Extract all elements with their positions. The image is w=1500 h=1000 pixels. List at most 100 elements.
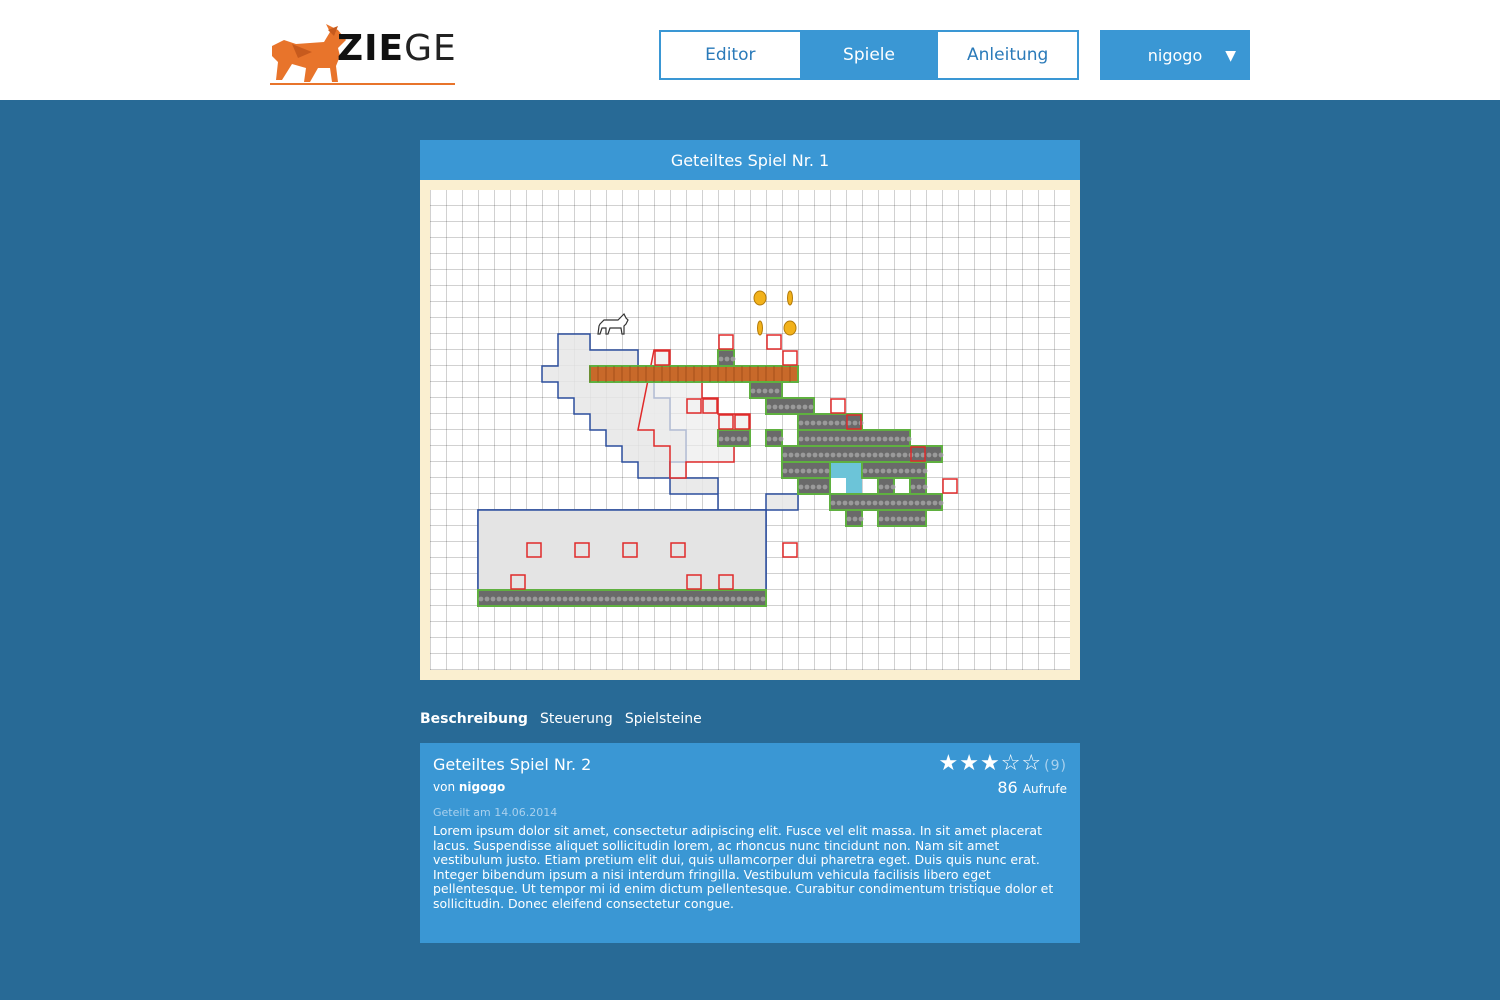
stone-pebble: [894, 436, 900, 442]
stone-pebble: [778, 404, 784, 410]
stone-pebble: [890, 452, 896, 458]
rating-block: ★★★☆☆ (9) 86 Aufrufe: [939, 751, 1067, 797]
stone-pebble: [938, 452, 944, 458]
game-description: Lorem ipsum dolor sit amet, consectetur …: [433, 823, 1054, 911]
star-icons[interactable]: ★★★☆☆: [939, 751, 1043, 776]
stone-pebble: [854, 452, 860, 458]
stone-pebble: [788, 468, 794, 474]
stone-pebble: [688, 596, 694, 602]
info-tabs: Beschreibung Steuerung Spielsteine: [420, 711, 702, 727]
stone-pebble: [484, 596, 490, 602]
stone-pebble: [806, 452, 812, 458]
stone-pebble: [778, 436, 784, 442]
stone-pebble: [538, 596, 544, 602]
stone-pebble: [798, 436, 804, 442]
stone-pebble: [556, 596, 562, 602]
stone-pebble: [866, 452, 872, 458]
water-tile: [846, 478, 862, 494]
stone-pebble: [664, 596, 670, 602]
stone-pebble: [914, 452, 920, 458]
stone-pebble: [890, 516, 896, 522]
stone-pebble: [906, 436, 912, 442]
stone-pebble: [808, 404, 814, 410]
stone-pebble: [586, 596, 592, 602]
stone-pebble: [878, 500, 884, 506]
red-marker: [782, 350, 798, 366]
stone-pebble: [788, 452, 794, 458]
stone-pebble: [922, 468, 928, 474]
water-tile: [830, 462, 846, 478]
stone-pebble: [550, 596, 556, 602]
coin-icon: [783, 320, 797, 336]
stone-pebble: [926, 500, 932, 506]
stone-pebble: [706, 596, 712, 602]
red-marker: [782, 542, 798, 558]
star-rating[interactable]: ★★★☆☆ (9): [939, 751, 1067, 776]
stone-pebble: [858, 436, 864, 442]
stone-pebble: [916, 484, 922, 490]
stone-pebble: [490, 596, 496, 602]
stone-pebble: [822, 484, 828, 490]
nav-spiele-button[interactable]: Spiele: [799, 32, 939, 78]
stone-pebble: [718, 356, 724, 362]
stone-pebble: [762, 388, 768, 394]
tab-steuerung[interactable]: Steuerung: [540, 711, 613, 727]
stone-pebble: [812, 452, 818, 458]
stone-pebble: [812, 468, 818, 474]
stone-pebble: [866, 500, 872, 506]
chevron-down-icon: ▼: [1225, 48, 1236, 64]
stone-pebble: [848, 452, 854, 458]
stone-pebble: [700, 596, 706, 602]
stone-pebble: [896, 452, 902, 458]
stone-pebble: [640, 596, 646, 602]
tab-spielsteine[interactable]: Spielsteine: [625, 711, 702, 727]
stone-pebble: [884, 516, 890, 522]
red-marker: [718, 334, 734, 350]
stone-pebble: [730, 596, 736, 602]
stone-pebble: [736, 596, 742, 602]
stone-pebble: [730, 436, 736, 442]
tab-beschreibung[interactable]: Beschreibung: [420, 711, 528, 727]
goat-body: [597, 312, 629, 335]
author-link[interactable]: nigogo: [459, 780, 505, 794]
stone-pebble: [822, 436, 828, 442]
author-prefix: von: [433, 780, 456, 794]
stone-pebble: [798, 484, 804, 490]
game-canvas[interactable]: [430, 190, 1070, 670]
stone-pebble: [834, 420, 840, 426]
stone-pebble: [910, 484, 916, 490]
stone-pebble: [884, 452, 890, 458]
stone-pebble: [902, 500, 908, 506]
main-nav: Editor Spiele Anleitung: [659, 30, 1079, 80]
share-date: Geteilt am 14.06.2014: [433, 806, 558, 819]
logo-underline: [270, 83, 455, 85]
user-name: nigogo: [1147, 45, 1203, 65]
stone-pebble: [884, 500, 890, 506]
view-count-label: Aufrufe: [1022, 782, 1067, 796]
stone-pebble: [926, 452, 932, 458]
stone-pebble: [802, 404, 808, 410]
stone-pebble: [860, 452, 866, 458]
red-marker: [942, 478, 958, 494]
stone-pebble: [884, 484, 890, 490]
stone-pebble: [836, 500, 842, 506]
stone-pebble: [754, 596, 760, 602]
view-count: 86 Aufrufe: [939, 778, 1067, 797]
stone-pebble: [718, 596, 724, 602]
stone-pebble: [784, 404, 790, 410]
nav-anleitung-button[interactable]: Anleitung: [938, 32, 1078, 78]
stone-pebble: [816, 436, 822, 442]
stone-pebble: [502, 596, 508, 602]
stone-pebble: [782, 452, 788, 458]
nav-editor-button[interactable]: Editor: [661, 32, 800, 78]
stone-pebble: [724, 436, 730, 442]
stone-pebble: [902, 452, 908, 458]
stone-pebble: [568, 596, 574, 602]
stone-pebble: [872, 500, 878, 506]
stone-pebble: [676, 596, 682, 602]
stone-pebble: [896, 500, 902, 506]
stone-pebble: [772, 436, 778, 442]
user-menu-button[interactable]: nigogo ▼: [1100, 30, 1250, 80]
stone-pebble: [862, 468, 868, 474]
stone-pebble: [532, 596, 538, 602]
